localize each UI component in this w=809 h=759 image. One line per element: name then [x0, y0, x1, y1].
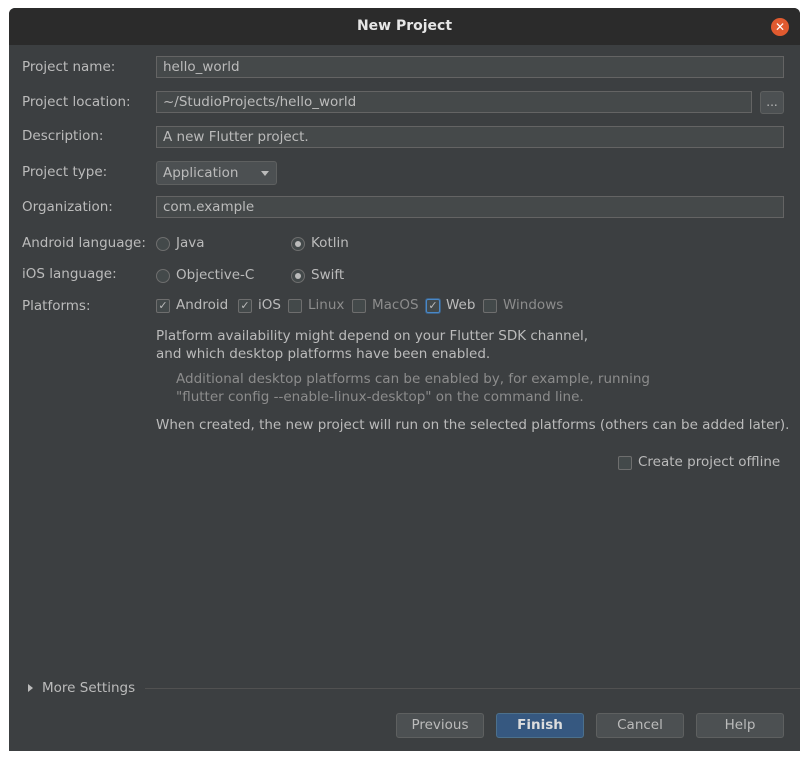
platform-ios-label[interactable]: iOS: [258, 295, 281, 315]
chevron-right-icon: [28, 684, 33, 692]
project-location-input[interactable]: ~/StudioProjects/hello_world: [156, 91, 752, 113]
android-language-kotlin-label[interactable]: Kotlin: [311, 233, 349, 253]
android-language-java-label[interactable]: Java: [176, 233, 205, 253]
project-type-dropdown[interactable]: Application: [156, 161, 277, 185]
platform-windows-checkbox[interactable]: [483, 299, 497, 313]
platform-ios-checkbox[interactable]: ✓: [238, 299, 252, 313]
previous-button[interactable]: Previous: [396, 713, 484, 738]
create-offline-label[interactable]: Create project offline: [638, 452, 780, 472]
description-input[interactable]: A new Flutter project.: [156, 126, 784, 148]
desktop-hint-line2: "flutter config --enable-linux-desktop" …: [176, 389, 584, 405]
android-language-kotlin-radio[interactable]: [291, 237, 305, 251]
organization-input[interactable]: com.example: [156, 196, 784, 218]
create-offline-checkbox[interactable]: [618, 456, 632, 470]
platform-windows-label[interactable]: Windows: [503, 295, 563, 315]
new-project-dialog: New Project ✕ Project name: hello_world …: [9, 8, 800, 751]
android-language-label: Android language:: [22, 235, 146, 251]
browse-location-button[interactable]: ...: [760, 91, 784, 114]
finish-button[interactable]: Finish: [496, 713, 584, 738]
platform-web-label[interactable]: Web: [446, 295, 475, 315]
run-platforms-note: When created, the new project will run o…: [156, 417, 790, 433]
platform-macos-label[interactable]: MacOS: [372, 295, 419, 315]
more-settings-label: More Settings: [42, 680, 136, 696]
project-name-label: Project name:: [22, 59, 116, 75]
project-type-value: Application: [163, 165, 239, 181]
platform-macos-checkbox[interactable]: [352, 299, 366, 313]
desktop-hint-line1: Additional desktop platforms can be enab…: [176, 371, 650, 387]
platform-linux-checkbox[interactable]: [288, 299, 302, 313]
ios-language-label: iOS language:: [22, 266, 117, 282]
divider: [145, 688, 800, 689]
ios-language-objc-radio[interactable]: [156, 269, 170, 283]
platform-availability-line2: and which desktop platforms have been en…: [156, 346, 491, 362]
project-type-label: Project type:: [22, 164, 108, 180]
description-label: Description:: [22, 128, 104, 144]
android-language-java-radio[interactable]: [156, 237, 170, 251]
project-location-label: Project location:: [22, 94, 131, 110]
cancel-button[interactable]: Cancel: [596, 713, 684, 738]
close-icon[interactable]: ✕: [771, 18, 789, 36]
ios-language-swift-radio[interactable]: [291, 269, 305, 283]
platform-android-checkbox[interactable]: ✓: [156, 299, 170, 313]
title-bar: New Project ✕: [9, 8, 800, 45]
ios-language-objc-label[interactable]: Objective-C: [176, 265, 254, 285]
chevron-down-icon: [261, 171, 269, 176]
dialog-title: New Project: [356, 18, 453, 34]
organization-label: Organization:: [22, 199, 113, 215]
platform-linux-label[interactable]: Linux: [308, 295, 344, 315]
help-button[interactable]: Help: [696, 713, 784, 738]
project-name-input[interactable]: hello_world: [156, 56, 784, 78]
platform-availability-line1: Platform availability might depend on yo…: [156, 328, 589, 344]
platform-web-checkbox[interactable]: ✓: [426, 299, 440, 313]
ios-language-swift-label[interactable]: Swift: [311, 265, 344, 285]
platform-android-label[interactable]: Android: [176, 295, 228, 315]
platforms-label: Platforms:: [22, 298, 91, 314]
